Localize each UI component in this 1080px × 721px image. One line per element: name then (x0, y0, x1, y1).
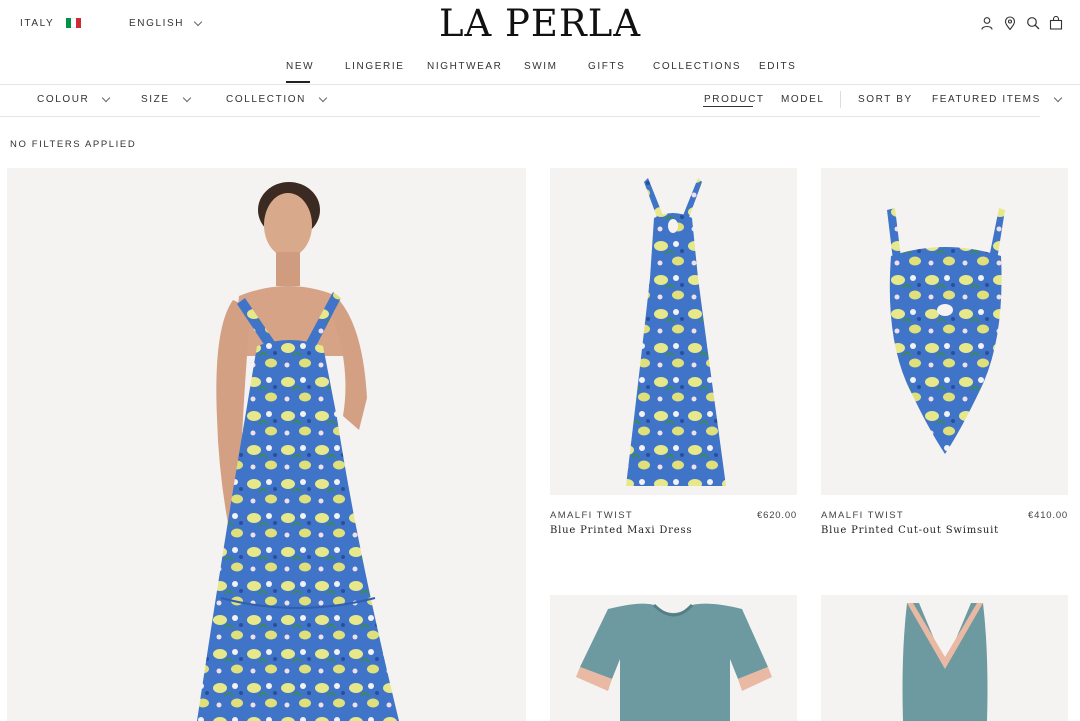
colour-filter[interactable]: COLOUR (37, 93, 111, 105)
product-image-tshirt[interactable] (550, 595, 797, 721)
product-price: €620.00 (757, 510, 797, 521)
product-image-maxi-dress[interactable] (550, 168, 797, 495)
chevron-down-icon (182, 93, 191, 102)
nav-item-swim[interactable]: SWIM (524, 61, 558, 72)
brand-logo[interactable]: LA PERLA (0, 2, 1080, 45)
product-collection: AMALFI TWIST (821, 510, 905, 521)
collection-filter-label: COLLECTION (226, 94, 306, 105)
site-header: ITALY ENGLISH LA PERLA NEW LINGERIE NIGH… (0, 0, 1080, 84)
camisole-illustration (821, 595, 1068, 721)
header-divider (0, 84, 1080, 85)
swimsuit-illustration (821, 168, 1068, 495)
filter-status: NO FILTERS APPLIED (10, 139, 137, 150)
nav-item-collections[interactable]: COLLECTIONS (653, 61, 741, 72)
nav-item-lingerie[interactable]: LINGERIE (345, 61, 404, 72)
view-active-indicator (703, 106, 753, 107)
tshirt-illustration (550, 595, 797, 721)
chevron-down-icon (318, 93, 328, 102)
nav-item-gifts[interactable]: GIFTS (588, 61, 625, 72)
maxi-dress-illustration (550, 168, 797, 495)
colour-filter-label: COLOUR (37, 94, 90, 105)
nav-item-new[interactable]: NEW (286, 61, 314, 72)
view-product-tab[interactable]: PRODUCT (704, 94, 765, 105)
collection-filter[interactable]: COLLECTION (226, 93, 328, 105)
sort-by-label: SORT BY (858, 94, 913, 105)
chevron-down-icon (1053, 93, 1063, 102)
sort-dropdown[interactable]: FEATURED ITEMS (932, 93, 1063, 105)
product-image-swimsuit[interactable] (821, 168, 1068, 495)
filter-divider (840, 91, 841, 108)
product-price: €410.00 (1028, 510, 1068, 521)
nav-item-edits[interactable]: EDITS (759, 61, 796, 72)
account-icon[interactable] (980, 16, 994, 30)
nav-item-nightwear[interactable]: NIGHTWEAR (427, 61, 503, 72)
search-icon[interactable] (1026, 16, 1040, 30)
product-image-camisole[interactable] (821, 595, 1068, 721)
product-name[interactable]: Blue Printed Cut-out Swimsuit (821, 525, 999, 536)
product-collection: AMALFI TWIST (550, 510, 634, 521)
filter-bar-divider (0, 116, 1040, 117)
location-icon[interactable] (1003, 16, 1017, 30)
sort-value: FEATURED ITEMS (932, 94, 1041, 105)
size-filter[interactable]: SIZE (141, 93, 191, 105)
view-model-tab[interactable]: MODEL (781, 94, 825, 105)
model-illustration (7, 168, 526, 721)
nav-active-indicator (286, 81, 310, 83)
chevron-down-icon (102, 93, 111, 102)
size-filter-label: SIZE (141, 94, 170, 105)
product-image-model[interactable] (7, 168, 526, 721)
bag-icon[interactable] (1049, 16, 1063, 30)
product-name[interactable]: Blue Printed Maxi Dress (550, 525, 692, 536)
